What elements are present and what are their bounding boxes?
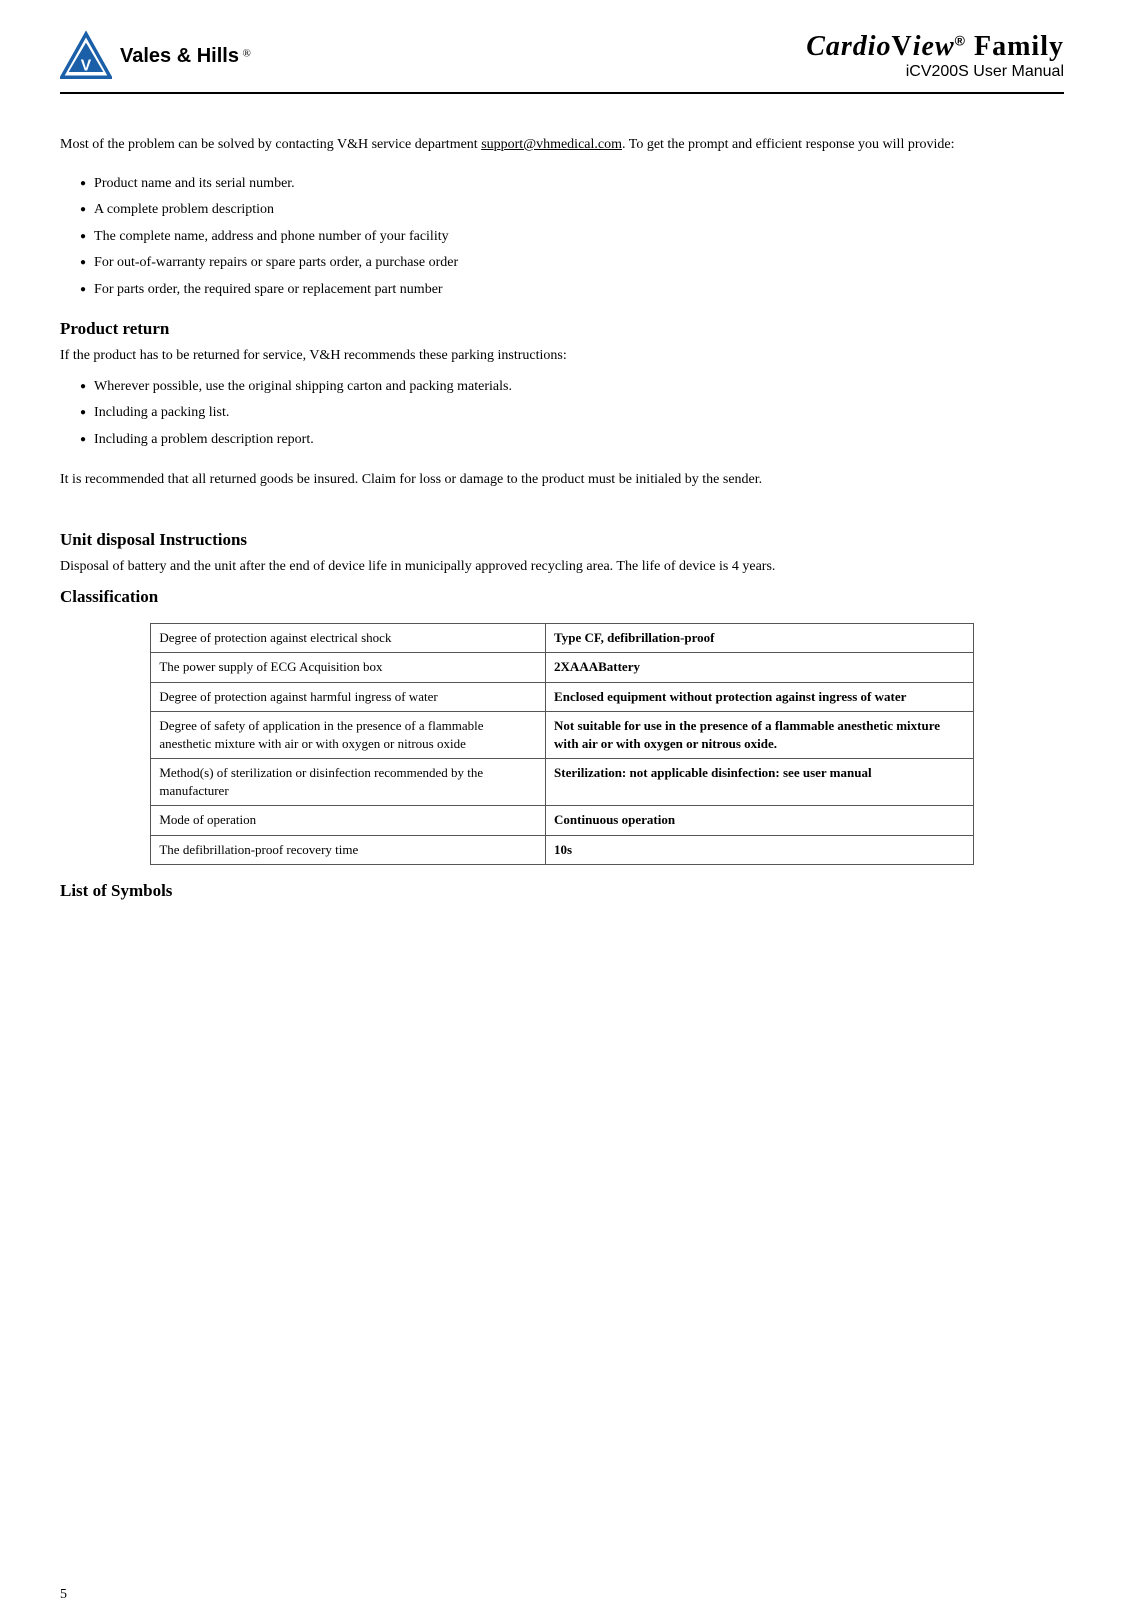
product-return-footer: It is recommended that all returned good… xyxy=(60,469,1064,490)
table-cell-label: The defibrillation-proof recovery time xyxy=(151,835,546,864)
table-cell-label: The power supply of ECG Acquisition box xyxy=(151,653,546,682)
list-item: Including a packing list. xyxy=(80,402,1064,424)
bullet-list-2: Wherever possible, use the original ship… xyxy=(80,376,1064,451)
header-product-info: CardioView® Family iCV200S User Manual xyxy=(806,31,1064,81)
table-row: Method(s) of sterilization or disinfecti… xyxy=(151,759,973,806)
product-title: CardioView® Family xyxy=(806,31,1064,63)
table-cell-value: Sterilization: not applicable disinfecti… xyxy=(546,759,974,806)
main-content: Most of the problem can be solved by con… xyxy=(60,124,1064,917)
logo-area: V Vales & Hills ® xyxy=(60,30,251,82)
unit-disposal-text: Disposal of battery and the unit after t… xyxy=(60,556,1064,577)
table-cell-label: Degree of protection against harmful ing… xyxy=(151,682,546,711)
company-logo-icon: V xyxy=(60,30,112,82)
product-model: iCV200S User Manual xyxy=(806,63,1064,81)
table-cell-value: 10s xyxy=(546,835,974,864)
table-cell-value: Type CF, defibrillation-proof xyxy=(546,624,974,653)
table-row: Degree of protection against harmful ing… xyxy=(151,682,973,711)
page-number: 5 xyxy=(60,1587,67,1603)
table-cell-label: Method(s) of sterilization or disinfecti… xyxy=(151,759,546,806)
product-return-intro: If the product has to be returned for se… xyxy=(60,345,1064,366)
list-item: Including a problem description report. xyxy=(80,429,1064,451)
list-item: A complete problem description xyxy=(80,199,1064,221)
table-row: Mode of operation Continuous operation xyxy=(151,806,973,835)
product-return-heading: Product return xyxy=(60,319,1064,339)
table-row: The power supply of ECG Acquisition box … xyxy=(151,653,973,682)
table-cell-label: Degree of protection against electrical … xyxy=(151,624,546,653)
table-cell-label: Mode of operation xyxy=(151,806,546,835)
table-cell-value: Not suitable for use in the presence of … xyxy=(546,711,974,758)
table-row: Degree of protection against electrical … xyxy=(151,624,973,653)
bullet-list-1: Product name and its serial number. A co… xyxy=(80,173,1064,301)
unit-disposal-heading: Unit disposal Instructions xyxy=(60,530,1064,550)
list-of-symbols-heading: List of Symbols xyxy=(60,881,1064,901)
svg-text:V: V xyxy=(81,57,92,74)
table-cell-value: 2XAAABattery xyxy=(546,653,974,682)
list-item: For parts order, the required spare or r… xyxy=(80,279,1064,301)
page: V Vales & Hills ® CardioView® Family iCV… xyxy=(0,0,1124,1623)
list-item: The complete name, address and phone num… xyxy=(80,226,1064,248)
table-cell-value: Continuous operation xyxy=(546,806,974,835)
list-item: For out-of-warranty repairs or spare par… xyxy=(80,252,1064,274)
company-name: Vales & Hills ® xyxy=(120,45,251,68)
list-item: Product name and its serial number. xyxy=(80,173,1064,195)
classification-heading: Classification xyxy=(60,587,1064,607)
page-header: V Vales & Hills ® CardioView® Family iCV… xyxy=(60,30,1064,94)
table-row: Degree of safety of application in the p… xyxy=(151,711,973,758)
table-cell-value: Enclosed equipment without protection ag… xyxy=(546,682,974,711)
table-cell-label: Degree of safety of application in the p… xyxy=(151,711,546,758)
list-item: Wherever possible, use the original ship… xyxy=(80,376,1064,398)
classification-table: Degree of protection against electrical … xyxy=(150,623,973,865)
intro-paragraph: Most of the problem can be solved by con… xyxy=(60,134,1064,155)
table-row: The defibrillation-proof recovery time 1… xyxy=(151,835,973,864)
support-email-link[interactable]: support@vhmedical.com xyxy=(481,137,622,152)
